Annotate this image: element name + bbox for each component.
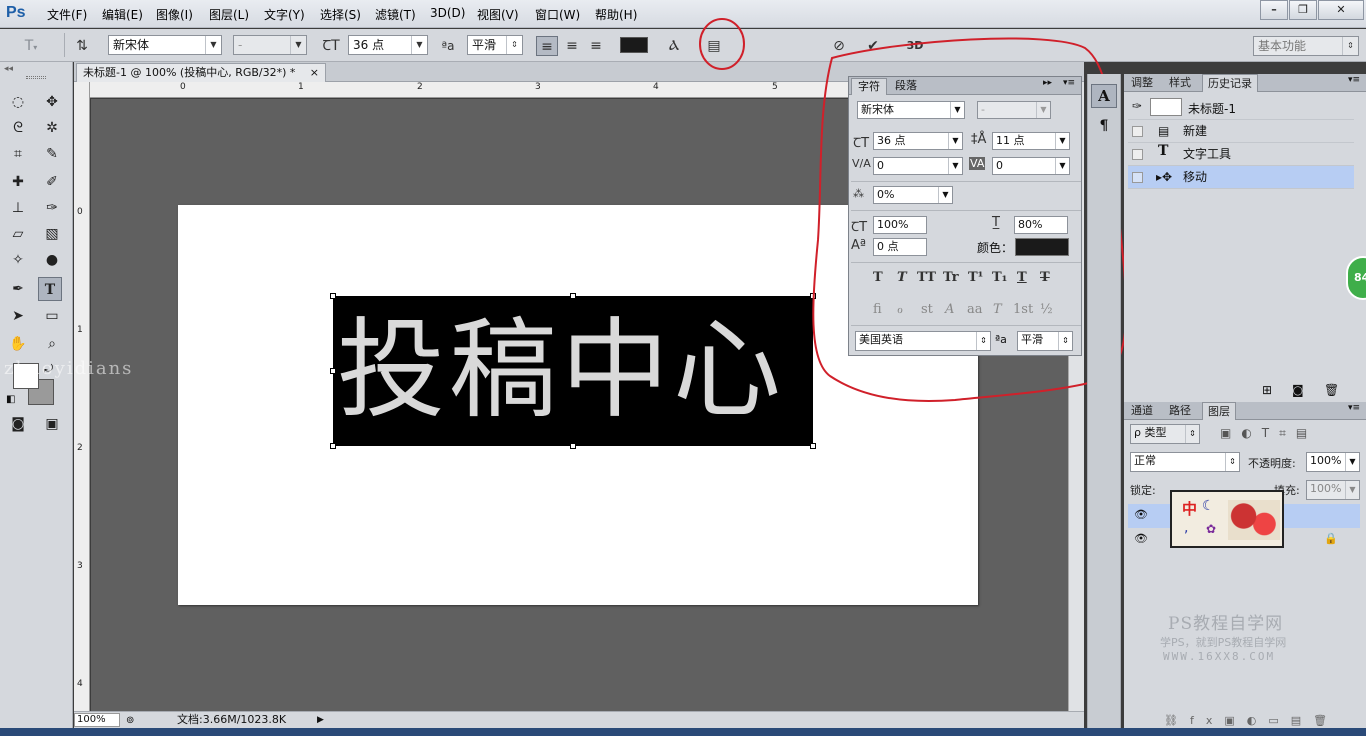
- new-document-icon: ▤: [1158, 124, 1170, 138]
- history-item-selected[interactable]: ▸✥ 移动: [1128, 166, 1354, 189]
- tab-history[interactable]: 历史记录: [1202, 74, 1258, 92]
- taskbar: [0, 728, 1366, 736]
- tab-styles[interactable]: 样式: [1164, 74, 1196, 92]
- opacity-input[interactable]: 100% ▼: [1306, 452, 1360, 472]
- paragraph-panel-icon[interactable]: ¶: [1091, 114, 1117, 138]
- collapsed-panel-dock: A ¶: [1087, 74, 1121, 728]
- chevron-updown-icon: ⇕: [1225, 453, 1239, 471]
- layer-filter-value: ρ 类型: [1134, 426, 1167, 439]
- layers-panel-tabs: 通道 路径 图层 ▾≡: [1124, 402, 1366, 420]
- thumbnail-image: 中 ☾ , ✿: [1170, 490, 1284, 548]
- flower-icon: ✿: [1206, 522, 1217, 536]
- new-snapshot-icon[interactable]: ⊞: [1262, 383, 1272, 397]
- watermark-title: PS教程自学网: [1168, 614, 1284, 634]
- tab-adjustments[interactable]: 调整: [1126, 74, 1158, 92]
- tab-channels[interactable]: 通道: [1126, 402, 1158, 420]
- watermark-subtitle: 学PS，就到PS教程自学网: [1160, 636, 1287, 649]
- opacity-label: 不透明度:: [1248, 457, 1296, 470]
- layer-filter-icons[interactable]: ▣◐T⌗▤: [1220, 426, 1317, 441]
- moon-icon: ☾: [1202, 498, 1215, 514]
- fill-input[interactable]: 100% ▼: [1306, 480, 1360, 500]
- lock-icon: 🔒: [1324, 532, 1338, 545]
- history-brush-icon: ✑: [1132, 99, 1143, 113]
- move-tool-icon: ▸✥: [1156, 170, 1173, 184]
- eye-icon[interactable]: 👁: [1134, 532, 1148, 545]
- chevron-updown-icon: ⇕: [1185, 425, 1199, 443]
- snapshot-label: 未标题-1: [1188, 102, 1236, 116]
- blend-mode-select[interactable]: 正常 ⇕: [1130, 452, 1240, 472]
- layer-filter-select[interactable]: ρ 类型 ⇕: [1130, 424, 1200, 444]
- camera-icon[interactable]: ◙: [1292, 383, 1304, 397]
- fill-value: 100%: [1310, 482, 1342, 495]
- history-state-checkbox[interactable]: [1132, 172, 1143, 183]
- history-item-label: 移动: [1183, 170, 1208, 184]
- history-item-label: 新建: [1183, 124, 1208, 138]
- tab-paths[interactable]: 路径: [1164, 402, 1196, 420]
- lock-label: 锁定:: [1130, 484, 1156, 497]
- thumbnail-glyph: 中: [1182, 500, 1198, 518]
- notification-badge[interactable]: 84: [1346, 256, 1366, 300]
- history-item-label: 文字工具: [1183, 147, 1232, 161]
- character-panel-icon[interactable]: A: [1091, 84, 1117, 108]
- tab-layers[interactable]: 图层: [1202, 402, 1236, 420]
- history-item[interactable]: ▤ 新建: [1128, 120, 1354, 143]
- type-tool-icon: T: [1158, 143, 1169, 159]
- chevron-down-icon: ▼: [1345, 453, 1359, 471]
- comma-icon: ,: [1184, 520, 1189, 536]
- opacity-value: 100%: [1310, 454, 1342, 467]
- snapshot-thumbnail: [1150, 98, 1182, 116]
- annotation-circle-small: [699, 18, 745, 70]
- history-panel-tabs: 调整 样式 历史记录 ▾≡: [1124, 74, 1366, 92]
- history-state-checkbox[interactable]: [1132, 126, 1143, 137]
- panel-menu-icon[interactable]: ▾≡: [1348, 403, 1360, 413]
- panel-menu-icon[interactable]: ▾≡: [1348, 75, 1360, 85]
- history-snapshot-row[interactable]: ✑ 未标题-1: [1128, 96, 1354, 120]
- history-item[interactable]: T 文字工具: [1128, 143, 1354, 166]
- watermark-url: WWW.16XX8.COM: [1163, 650, 1276, 663]
- history-state-checkbox[interactable]: [1132, 149, 1143, 160]
- annotation-circle-large: [812, 37, 1128, 402]
- hearts-decoration: [1228, 500, 1280, 540]
- eye-icon[interactable]: 👁: [1134, 508, 1148, 521]
- chevron-down-icon: ▼: [1345, 481, 1359, 499]
- blend-mode-value: 正常: [1134, 454, 1156, 467]
- trash-icon[interactable]: 🗑: [1324, 383, 1339, 397]
- layers-footer-icons[interactable]: ⛓fx▣◐▭▤🗑: [1164, 714, 1339, 727]
